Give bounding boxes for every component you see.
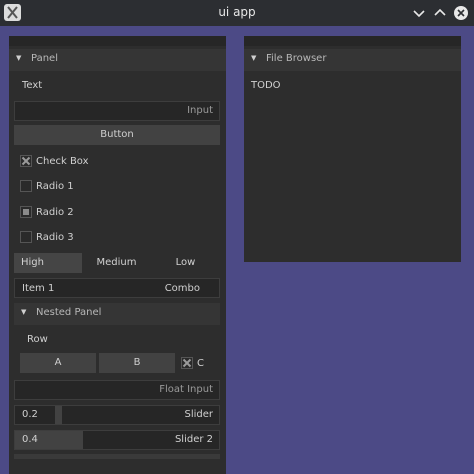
checkbox[interactable] <box>20 155 32 167</box>
nested-panel-title: Nested Panel <box>36 307 102 318</box>
button-b[interactable]: B <box>99 353 175 373</box>
slider-2[interactable]: 0.4 Slider 2 <box>14 430 220 450</box>
file-browser-panel: ▼ File Browser TODO <box>244 36 461 262</box>
radio-3[interactable] <box>20 231 32 243</box>
text-label: Text <box>22 80 43 91</box>
radio-1-label: Radio 1 <box>36 181 74 192</box>
panel-top-strip <box>9 36 226 46</box>
combo-selected: Item 1 <box>22 283 55 294</box>
slider-2-label: Slider 2 <box>174 434 213 445</box>
slider-1-value: 0.2 <box>22 409 38 420</box>
radio-2-dot <box>23 209 29 215</box>
option-low[interactable]: Low <box>151 253 220 273</box>
slider-1-label: Slider <box>184 409 213 420</box>
file-browser-top-strip <box>244 36 461 46</box>
file-browser-arrow-icon: ▼ <box>251 54 257 62</box>
float-input[interactable]: Float Input <box>14 380 220 400</box>
slider-1[interactable]: 0.2 Slider <box>14 405 220 425</box>
close-icon[interactable] <box>453 5 469 21</box>
main-panel: ▼ Panel Text Input Button Check Box Radi… <box>9 36 226 474</box>
file-browser-header[interactable]: ▼ File Browser <box>244 49 461 71</box>
nested-collapse-arrow-icon: ▼ <box>21 308 27 316</box>
minimize-icon[interactable] <box>411 5 427 21</box>
combo-box[interactable]: Item 1 Combo <box>14 278 220 298</box>
quality-selector: High Medium Low <box>14 253 220 273</box>
panel-bottom-divider <box>14 454 220 459</box>
option-high[interactable]: High <box>14 253 82 273</box>
file-browser-content: TODO <box>251 80 281 91</box>
input-placeholder: Input <box>187 105 213 116</box>
checkbox-c-label: C <box>197 358 204 369</box>
radio-3-label: Radio 3 <box>36 232 74 243</box>
button[interactable]: Button <box>14 125 220 145</box>
slider-1-handle[interactable] <box>55 406 62 424</box>
radio-2[interactable] <box>20 206 32 218</box>
checkbox-label: Check Box <box>36 156 89 167</box>
file-browser-title: File Browser <box>266 53 327 64</box>
option-medium[interactable]: Medium <box>82 253 151 273</box>
button-a[interactable]: A <box>20 353 96 373</box>
panel-title: Panel <box>31 53 58 64</box>
row-label: Row <box>27 334 48 345</box>
float-input-placeholder: Float Input <box>159 384 213 395</box>
window-title: ui app <box>218 5 256 19</box>
panel-header[interactable]: ▼ Panel <box>9 49 226 71</box>
combo-label: Combo <box>164 283 200 294</box>
slider-2-value: 0.4 <box>22 434 38 445</box>
window-titlebar: ui app <box>0 0 474 26</box>
maximize-icon[interactable] <box>432 5 448 21</box>
radio-2-label: Radio 2 <box>36 207 74 218</box>
text-input[interactable]: Input <box>14 101 220 121</box>
checkbox-c[interactable] <box>181 357 193 369</box>
collapse-arrow-icon: ▼ <box>16 54 22 62</box>
radio-1[interactable] <box>20 180 32 192</box>
nested-panel-header[interactable]: ▼ Nested Panel <box>14 303 220 325</box>
